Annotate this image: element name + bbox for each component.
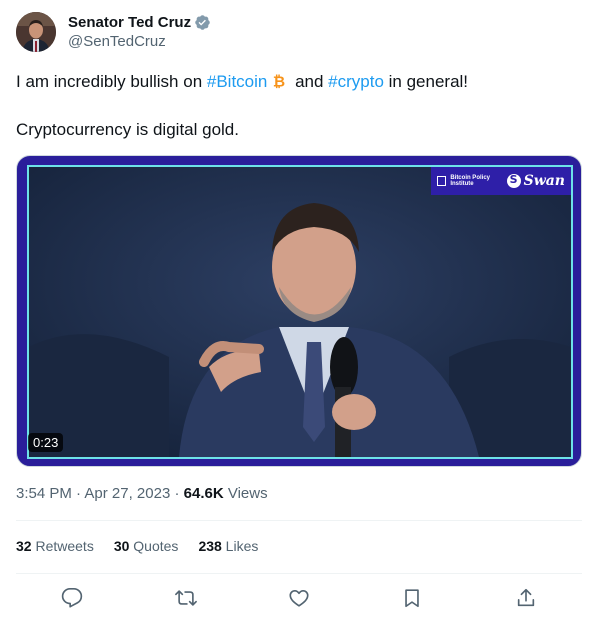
quotes-label: Quotes [129, 538, 179, 554]
tweet-text-after: in general! [383, 72, 469, 91]
like-button[interactable] [285, 584, 313, 612]
engagement-stats: 32 Retweets 30 Quotes 238 Likes [16, 538, 278, 554]
avatar-image [16, 12, 56, 52]
tweet-text: I am incredibly bullish on #Bitcoin ₿ and… [16, 70, 582, 142]
video-thumbnail [29, 167, 571, 457]
retweets-count: 32 [16, 538, 32, 554]
quotes-stat[interactable]: 30 Quotes [114, 538, 179, 554]
sponsor-overlay: Bitcoin Policy Institute Swan [431, 167, 571, 195]
divider [16, 520, 582, 521]
views-count: 64.6K [183, 485, 224, 502]
views-label: Views [223, 485, 268, 502]
tweet-text-middle: and [290, 72, 329, 91]
video-frame[interactable]: Bitcoin Policy Institute Swan [27, 165, 573, 459]
author-block: Senator Ted Cruz @SenTedCruz [68, 14, 211, 50]
retweets-stat[interactable]: 32 Retweets [16, 538, 94, 554]
meta-separator: · [71, 485, 85, 502]
bookmark-button[interactable] [398, 584, 426, 612]
retweets-label: Retweets [31, 538, 94, 554]
divider [16, 573, 582, 574]
author-handle[interactable]: @SenTedCruz [68, 33, 211, 50]
quotes-count: 30 [113, 538, 130, 554]
action-bar [16, 584, 582, 612]
share-icon [517, 588, 535, 607]
bpi-logo-icon [437, 176, 447, 186]
bookmark-icon [405, 589, 419, 608]
author-name[interactable]: Senator Ted Cruz [68, 14, 191, 31]
likes-label: Likes [221, 538, 259, 554]
tweet-date[interactable]: Apr 27, 2023 [84, 485, 170, 502]
meta-separator: · [170, 485, 184, 502]
video-player[interactable]: Bitcoin Policy Institute Swan [16, 155, 582, 467]
overlay-right-text: Swan [523, 173, 565, 189]
tweet-meta: 3:54 PM · Apr 27, 2023 · 64.6K Views [16, 485, 268, 502]
hashtag-bitcoin[interactable]: #Bitcoin [207, 72, 267, 91]
avatar[interactable] [16, 12, 56, 52]
tweet-header: Senator Ted Cruz @SenTedCruz [16, 12, 211, 52]
reply-button[interactable] [58, 584, 86, 612]
verified-badge-icon [195, 15, 210, 30]
bitcoin-icon: ₿ [273, 72, 285, 90]
likes-count: 238 [198, 538, 222, 554]
tweet-time[interactable]: 3:54 PM [16, 485, 72, 502]
video-duration: 0:23 [28, 433, 64, 452]
like-icon [289, 590, 309, 607]
share-button[interactable] [512, 584, 540, 612]
tweet-text-before: I am incredibly bullish on [16, 72, 207, 91]
tweet-line-2: Cryptocurrency is digital gold. [16, 120, 239, 139]
retweet-button[interactable] [172, 584, 200, 612]
reply-icon [61, 588, 83, 608]
svg-text:₿: ₿ [273, 72, 285, 90]
overlay-left-text: Bitcoin Policy Institute [450, 175, 490, 187]
swan-logo: Swan [506, 173, 565, 189]
likes-stat[interactable]: 238 Likes [198, 538, 258, 554]
hashtag-crypto[interactable]: #crypto [328, 72, 384, 91]
tweet-line-1: I am incredibly bullish on #Bitcoin ₿ and… [16, 70, 582, 94]
retweet-icon [175, 590, 197, 606]
swan-icon [506, 173, 521, 188]
